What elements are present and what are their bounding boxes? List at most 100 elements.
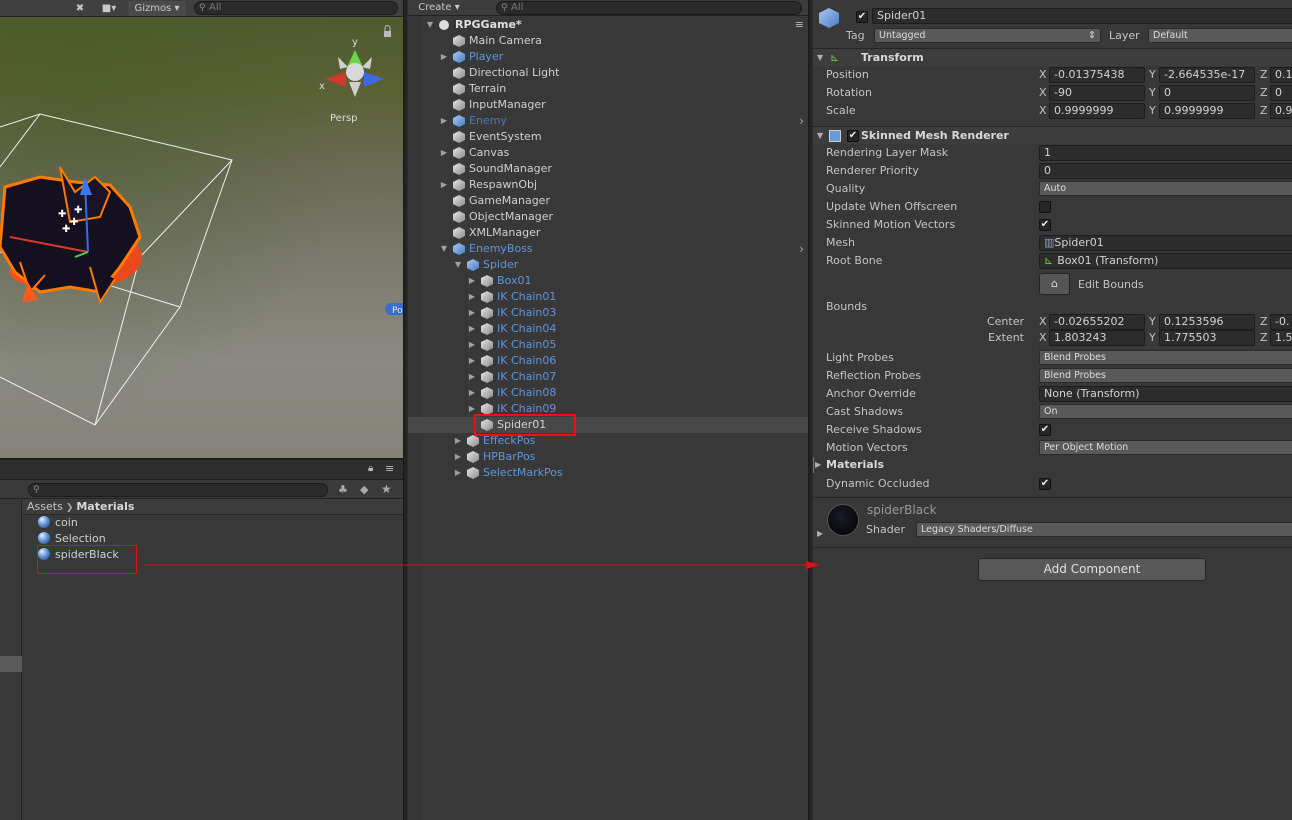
axis-z-label[interactable]: Z bbox=[1260, 66, 1268, 84]
scene-viewport[interactable]: ✚ ✚ ✚ ✚ y x Persp Po bbox=[0, 17, 403, 458]
axis-z-label[interactable]: Z bbox=[1260, 84, 1268, 102]
chevron-right-icon[interactable]: › bbox=[799, 241, 804, 257]
fold-right-icon[interactable]: ▶ bbox=[467, 369, 477, 385]
add-component-button[interactable]: Add Component bbox=[978, 558, 1206, 581]
axis-z-label[interactable]: Z bbox=[1260, 329, 1268, 347]
hierarchy-item[interactable]: ▶ HPBarPos bbox=[408, 449, 808, 465]
filter-by-type-icon[interactable]: ♣ bbox=[338, 483, 348, 496]
anchor-override-field[interactable]: None (Transform) bbox=[1039, 386, 1292, 402]
extent-z-field[interactable]: 1.5 bbox=[1270, 330, 1292, 346]
tag-dropdown[interactable]: Untagged ⇕ bbox=[874, 28, 1101, 43]
rendering-layer-mask-field[interactable]: 1 bbox=[1039, 145, 1292, 161]
cast-shadows-dropdown[interactable]: On bbox=[1039, 404, 1292, 419]
renderer-priority-field[interactable]: 0 bbox=[1039, 163, 1292, 179]
fold-right-icon[interactable]: ▶ bbox=[467, 353, 477, 369]
hierarchy-item[interactable]: SoundManager bbox=[408, 161, 808, 177]
hierarchy-item[interactable]: ▶ Player bbox=[408, 49, 808, 65]
axis-y-label[interactable]: Y bbox=[1149, 66, 1156, 84]
scale-y-field[interactable]: 0.9999999 bbox=[1159, 103, 1255, 119]
motion-vectors-dropdown[interactable]: Per Object Motion bbox=[1039, 440, 1292, 455]
chevron-right-icon[interactable]: › bbox=[799, 113, 804, 129]
fold-right-icon[interactable]: ▶ bbox=[817, 529, 823, 538]
axis-z-label[interactable]: Z bbox=[1260, 102, 1268, 120]
axis-x-label[interactable]: X bbox=[1039, 329, 1047, 347]
active-checkbox[interactable]: ✔ bbox=[856, 11, 868, 23]
axis-x-label[interactable]: X bbox=[1039, 66, 1047, 84]
hierarchy-item[interactable]: Spider01 bbox=[408, 417, 808, 433]
hierarchy-scene-root[interactable]: ▼ RPGGame* ≡ bbox=[408, 17, 808, 33]
light-probes-dropdown[interactable]: Blend Probes bbox=[1039, 350, 1292, 365]
lock-icon[interactable] bbox=[384, 25, 391, 38]
axis-y-label[interactable]: Y bbox=[1149, 102, 1156, 120]
transform-header[interactable]: ▼ ⊾ Transform bbox=[813, 48, 1292, 66]
position-y-field[interactable]: -2.664535e-17 bbox=[1159, 67, 1255, 83]
asset-item-coin[interactable]: coin bbox=[38, 515, 78, 531]
hierarchy-item[interactable]: ▶ Box01 bbox=[408, 273, 808, 289]
material-preview-thumbnail[interactable] bbox=[827, 504, 859, 536]
fold-right-icon[interactable]: ▶ bbox=[467, 273, 477, 289]
hierarchy-item[interactable]: ▶ IK Chain09 bbox=[408, 401, 808, 417]
position-z-field[interactable]: 0.1 bbox=[1270, 67, 1292, 83]
fold-right-icon[interactable]: ▶ bbox=[439, 113, 449, 129]
axis-x-label[interactable]: X bbox=[1039, 84, 1047, 102]
filter-by-label-icon[interactable]: ◆ bbox=[360, 483, 368, 496]
panel-menu-icon[interactable]: ≡ bbox=[385, 462, 394, 475]
hierarchy-item[interactable]: ▶ IK Chain06 bbox=[408, 353, 808, 369]
rotation-x-field[interactable]: -90 bbox=[1049, 85, 1145, 101]
object-name-field[interactable]: Spider01 bbox=[872, 8, 1292, 24]
hierarchy-item[interactable]: ▶ RespawnObj bbox=[408, 177, 808, 193]
fold-right-icon[interactable]: ▶ bbox=[453, 433, 463, 449]
center-x-field[interactable]: -0.02655202 bbox=[1049, 314, 1145, 330]
hierarchy-item[interactable]: XMLManager bbox=[408, 225, 808, 241]
hierarchy-item[interactable]: Directional Light bbox=[408, 65, 808, 81]
create-dropdown[interactable]: Create ▾ bbox=[414, 0, 464, 15]
panel-menu-icon[interactable]: ≡ bbox=[795, 17, 804, 33]
extent-x-field[interactable]: 1.803243 bbox=[1049, 330, 1145, 346]
edit-bounds-button[interactable]: ⌂ bbox=[1039, 273, 1070, 295]
lock-icon[interactable]: 🔒︎ bbox=[368, 463, 373, 474]
root-bone-field[interactable]: ⊾ Box01 (Transform) bbox=[1039, 253, 1292, 269]
position-x-field[interactable]: -0.01375438 bbox=[1049, 67, 1145, 83]
receive-shadows-checkbox[interactable]: ✔ bbox=[1039, 424, 1051, 436]
spider-model[interactable]: ✚✚✚✚ bbox=[0, 166, 142, 305]
hierarchy-item[interactable]: ▶ Canvas bbox=[408, 145, 808, 161]
camera-icon[interactable]: ■▾ bbox=[98, 1, 120, 16]
fold-right-icon[interactable]: ▶ bbox=[439, 145, 449, 161]
fold-down-icon[interactable]: ▼ bbox=[425, 17, 435, 33]
update-offscreen-checkbox[interactable] bbox=[1039, 201, 1051, 213]
materials-foldout[interactable]: ▶ Materials bbox=[813, 456, 1292, 474]
hierarchy-item[interactable]: ▶ IK Chain01 bbox=[408, 289, 808, 305]
axis-y-label[interactable]: Y bbox=[1149, 84, 1156, 102]
hierarchy-item[interactable]: ▶ Enemy › bbox=[408, 113, 808, 129]
hierarchy-item[interactable]: EventSystem bbox=[408, 129, 808, 145]
fold-right-icon[interactable]: ▶ bbox=[815, 456, 821, 474]
fold-right-icon[interactable]: ▶ bbox=[439, 177, 449, 193]
extent-y-field[interactable]: 1.775503 bbox=[1159, 330, 1255, 346]
favorite-star-icon[interactable]: ★ bbox=[381, 482, 392, 496]
fold-right-icon[interactable]: ▶ bbox=[467, 385, 477, 401]
hierarchy-item[interactable]: ▶ IK Chain04 bbox=[408, 321, 808, 337]
hierarchy-item[interactable]: ObjectManager bbox=[408, 209, 808, 225]
axis-x-label[interactable]: X bbox=[1039, 102, 1047, 120]
hierarchy-search-input[interactable]: ⚲ All bbox=[496, 1, 802, 15]
hierarchy-item[interactable]: ▶ IK Chain07 bbox=[408, 369, 808, 385]
fold-right-icon[interactable]: ▶ bbox=[467, 321, 477, 337]
shader-dropdown[interactable]: Legacy Shaders/Diffuse bbox=[916, 522, 1292, 537]
persp-label[interactable]: Persp bbox=[330, 113, 358, 124]
hierarchy-item[interactable]: ▶ IK Chain03 bbox=[408, 305, 808, 321]
hierarchy-item[interactable]: Terrain bbox=[408, 81, 808, 97]
gizmos-dropdown[interactable]: Gizmos ▾ bbox=[128, 1, 186, 16]
hierarchy-item[interactable]: Main Camera bbox=[408, 33, 808, 49]
renderer-enabled-checkbox[interactable]: ✔ bbox=[847, 130, 859, 142]
fold-right-icon[interactable]: ▶ bbox=[453, 465, 463, 481]
rotation-z-field[interactable]: 0 bbox=[1270, 85, 1292, 101]
hierarchy-item[interactable]: ▶ IK Chain05 bbox=[408, 337, 808, 353]
skinned-mesh-renderer-header[interactable]: ▼ ✔ Skinned Mesh Renderer bbox=[813, 126, 1292, 144]
dynamic-occluded-checkbox[interactable]: ✔ bbox=[1039, 478, 1051, 490]
center-z-field[interactable]: -0. bbox=[1270, 314, 1292, 330]
hierarchy-item[interactable]: ▶ IK Chain08 bbox=[408, 385, 808, 401]
rotation-y-field[interactable]: 0 bbox=[1159, 85, 1255, 101]
scene-search-input[interactable]: ⚲ All bbox=[194, 1, 398, 15]
hierarchy-item[interactable]: InputManager bbox=[408, 97, 808, 113]
tools-icon[interactable]: ✖ bbox=[70, 1, 90, 16]
